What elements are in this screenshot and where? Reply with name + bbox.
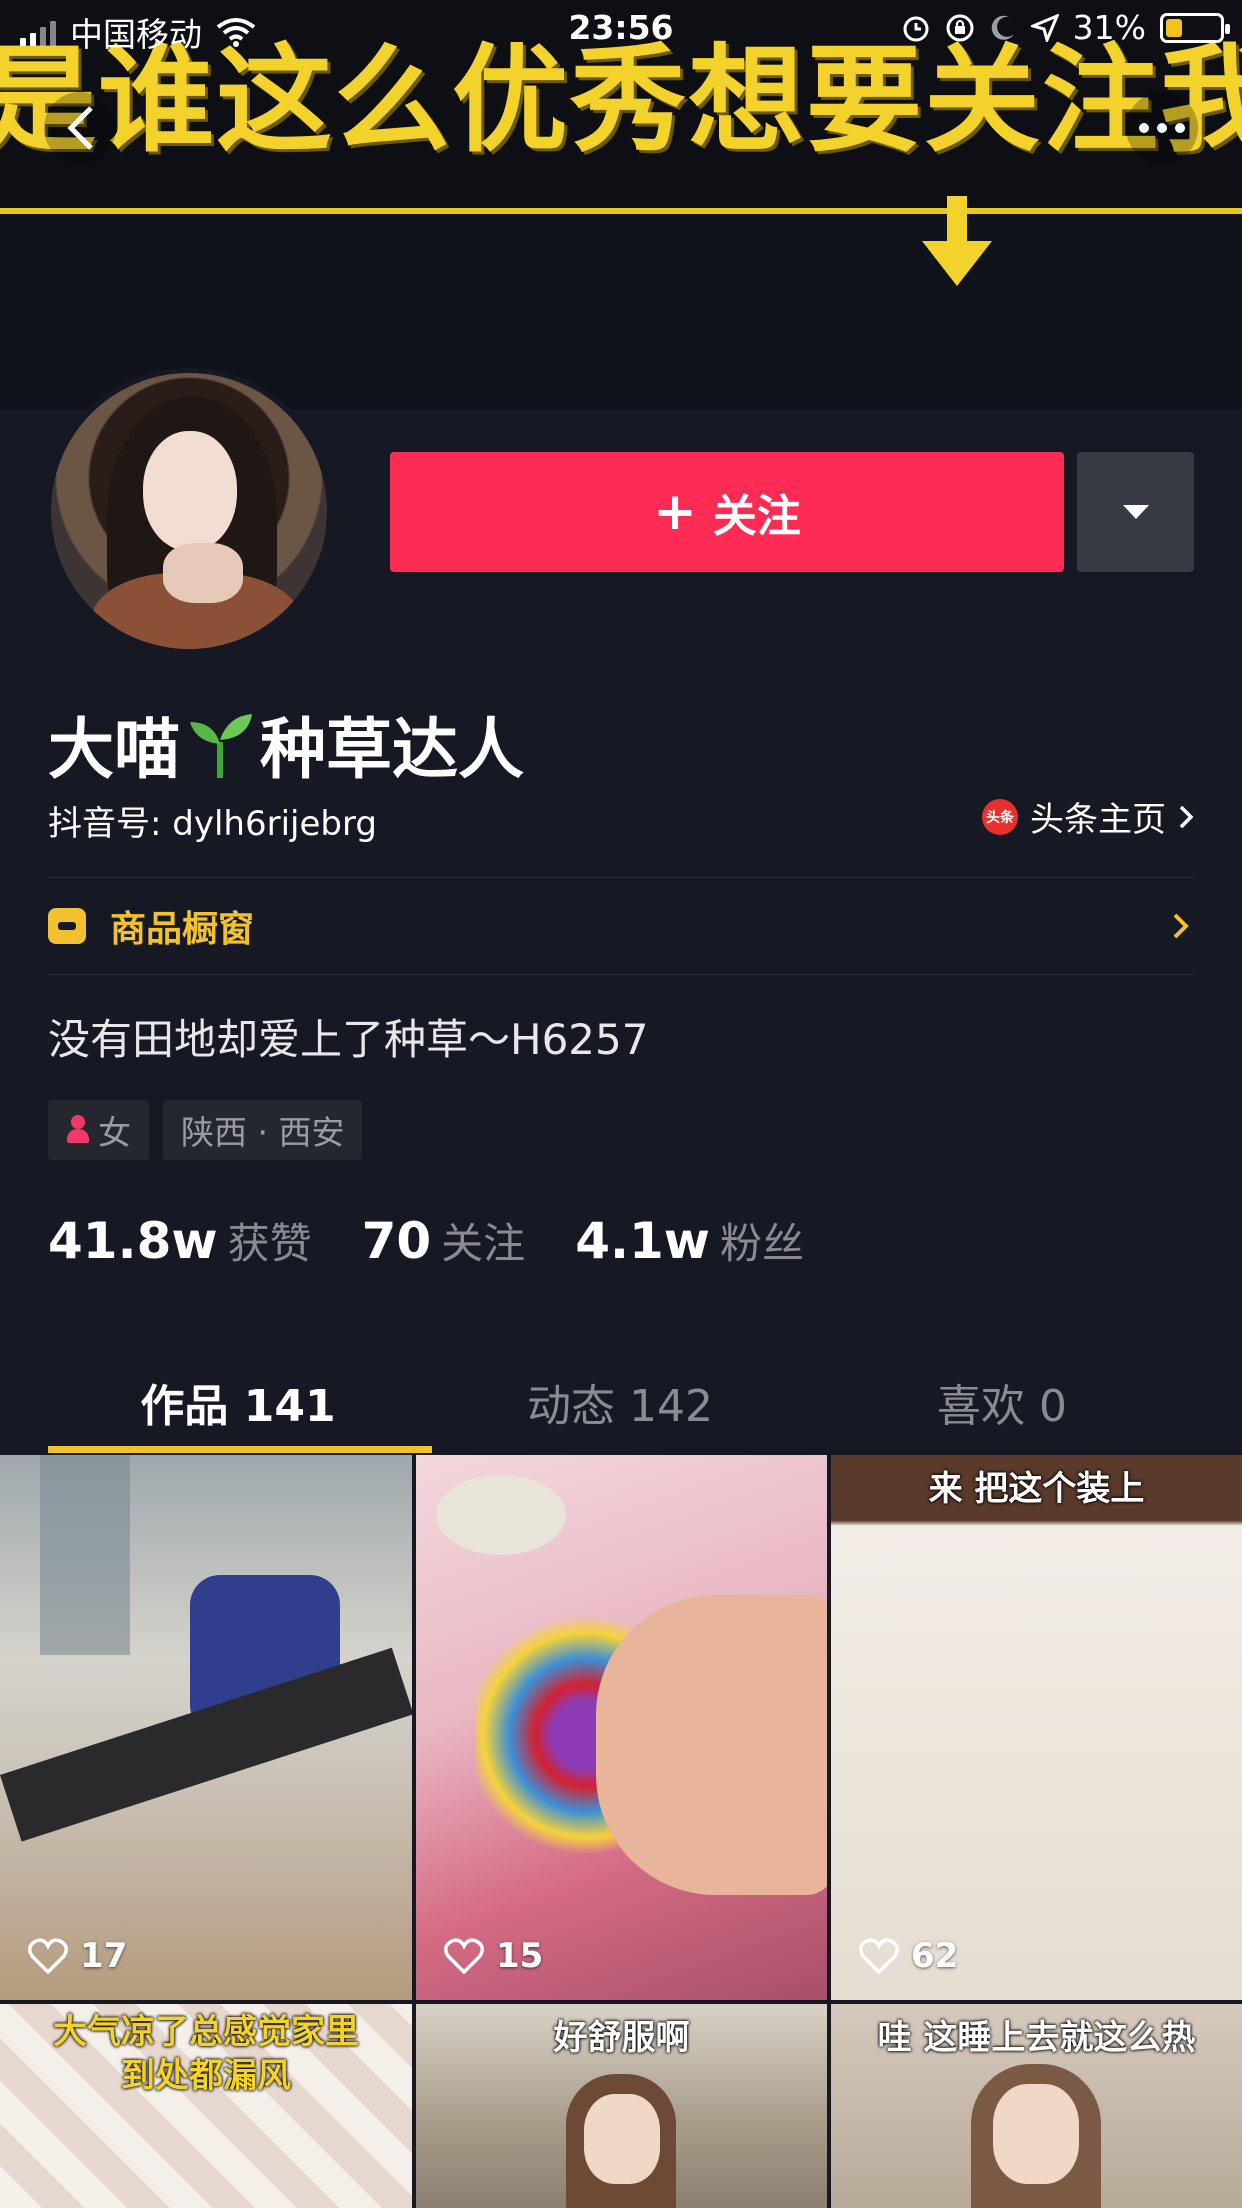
video-caption: 好舒服啊 bbox=[553, 2018, 690, 2058]
toutiao-icon: 头条 bbox=[982, 798, 1018, 835]
gender-tag: 女 bbox=[48, 1100, 149, 1160]
more-icon bbox=[1139, 123, 1185, 133]
profile-section: + 关注 大喵 种草达人 抖音号: dylh6rijebrg 头条 头条主页 商… bbox=[0, 368, 1242, 1453]
back-button[interactable] bbox=[44, 92, 116, 164]
video-thumbnail[interactable]: 来 把这个装上 62 bbox=[831, 1455, 1242, 2000]
follow-label: 关注 bbox=[712, 491, 801, 542]
location-tag: 陕西 · 西安 bbox=[163, 1100, 363, 1160]
profile-stats: 41.8w 获赞 70 关注 4.1w 粉丝 bbox=[48, 1210, 804, 1271]
product-showcase-label: 商品橱窗 bbox=[110, 909, 255, 950]
heart-icon bbox=[444, 1938, 484, 1974]
active-tab-indicator bbox=[48, 1446, 432, 1453]
lock-rotation-icon bbox=[946, 14, 974, 41]
chevron-right-icon bbox=[1179, 805, 1194, 828]
followers-label: 粉丝 bbox=[719, 1219, 804, 1268]
battery-percent: 31% bbox=[1072, 8, 1146, 47]
location-label: 陕西 · 西安 bbox=[181, 1113, 345, 1152]
video-caption: 哇 这睡上去就这么热 bbox=[877, 2018, 1196, 2058]
following-stat[interactable]: 70 关注 bbox=[362, 1210, 526, 1271]
followers-stat[interactable]: 4.1w 粉丝 bbox=[575, 1210, 804, 1271]
toutiao-homepage-link[interactable]: 头条 头条主页 bbox=[982, 792, 1194, 841]
video-thumbnail[interactable]: 17 bbox=[0, 1455, 412, 2000]
more-button[interactable] bbox=[1126, 92, 1198, 164]
divider bbox=[48, 974, 1194, 975]
follow-button[interactable]: + 关注 bbox=[390, 452, 1064, 572]
status-bar: 中国移动 23:56 31% bbox=[0, 0, 1242, 56]
alarm-icon bbox=[903, 16, 929, 41]
product-showcase-row[interactable]: 商品橱窗 bbox=[48, 878, 1194, 974]
following-count: 70 bbox=[361, 1212, 432, 1270]
banner-divider bbox=[0, 208, 1242, 214]
like-count-value: 62 bbox=[911, 1936, 959, 1976]
battery-level bbox=[1166, 18, 1182, 37]
location-icon bbox=[1030, 13, 1059, 42]
tab-moments[interactable]: 动态 142 bbox=[430, 1350, 810, 1453]
profile-cover-banner: 是谁这么优秀想要关注我 bbox=[0, 0, 1242, 410]
like-count-value: 15 bbox=[496, 1936, 544, 1976]
like-count-value: 17 bbox=[80, 1936, 128, 1976]
nickname-part-1: 大喵 bbox=[48, 711, 180, 788]
recommend-dropdown-button[interactable] bbox=[1077, 452, 1194, 572]
following-label: 关注 bbox=[441, 1219, 526, 1268]
douyin-id[interactable]: 抖音号: dylh6rijebrg bbox=[48, 796, 377, 845]
likes-stat[interactable]: 41.8w 获赞 bbox=[48, 1210, 312, 1271]
like-count: 17 bbox=[28, 1936, 127, 1976]
shop-icon bbox=[48, 908, 86, 944]
avatar[interactable] bbox=[46, 368, 332, 654]
like-count: 15 bbox=[444, 1936, 543, 1976]
likes-count: 41.8w bbox=[48, 1212, 218, 1270]
video-caption: 大气凉了总感觉家里到处都漏风 bbox=[53, 2012, 359, 2096]
chevron-right-icon bbox=[1173, 913, 1189, 939]
heart-icon bbox=[28, 1938, 68, 1974]
video-caption: 来 把这个装上 bbox=[928, 1469, 1145, 1509]
bio: 没有田地却爱上了种草～H6257 bbox=[48, 1015, 649, 1064]
plus-icon: + bbox=[653, 482, 697, 542]
dropdown-triangle-icon bbox=[1122, 505, 1149, 519]
nickname-part-2: 种草达人 bbox=[260, 711, 524, 788]
toutiao-label: 头条主页 bbox=[1030, 800, 1166, 840]
female-icon bbox=[66, 1115, 90, 1145]
battery-icon bbox=[1160, 12, 1230, 43]
profile-tags: 女 陕西 · 西安 bbox=[48, 1100, 363, 1160]
moon-icon bbox=[991, 15, 1014, 40]
video-thumbnail[interactable]: 哇 这睡上去就这么热 bbox=[831, 2004, 1242, 2208]
tab-works[interactable]: 作品 141 bbox=[48, 1350, 428, 1453]
tab-likes[interactable]: 喜欢 0 bbox=[812, 1350, 1192, 1453]
video-thumbnail[interactable]: 好舒服啊 bbox=[416, 2004, 827, 2208]
like-count: 62 bbox=[859, 1936, 958, 1976]
back-icon bbox=[67, 106, 93, 150]
sprout-icon bbox=[190, 714, 252, 778]
heart-icon bbox=[859, 1938, 899, 1974]
likes-label: 获赞 bbox=[227, 1219, 312, 1268]
followers-count: 4.1w bbox=[575, 1212, 710, 1270]
content-tabs: 作品 141 动态 142 喜欢 0 bbox=[0, 1350, 1242, 1453]
nickname: 大喵 种草达人 bbox=[48, 696, 524, 792]
gender-label: 女 bbox=[98, 1113, 131, 1152]
video-thumbnail[interactable]: 15 bbox=[416, 1455, 827, 2000]
video-thumbnail[interactable]: 大气凉了总感觉家里到处都漏风 bbox=[0, 2004, 412, 2208]
video-grid: 17 15 来 把这个装上 62 大气凉了总感觉家里到处都漏风 好舒服啊 哇 这… bbox=[0, 1455, 1242, 2208]
down-arrow-icon bbox=[922, 196, 992, 286]
